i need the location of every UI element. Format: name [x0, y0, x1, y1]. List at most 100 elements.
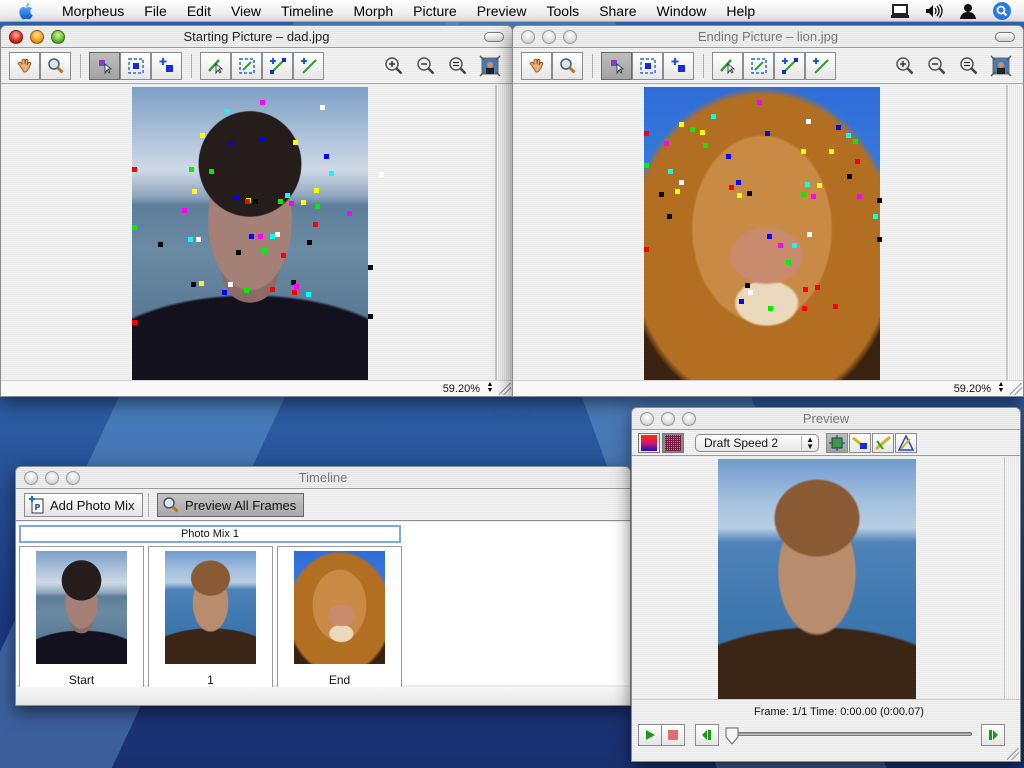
control-point-marker[interactable] — [815, 285, 820, 290]
control-point-marker[interactable] — [836, 125, 841, 130]
control-point-marker[interactable] — [228, 282, 233, 287]
menu-help[interactable]: Help — [716, 0, 765, 22]
menu-share[interactable]: Share — [589, 0, 646, 22]
control-point-marker[interactable] — [801, 192, 806, 197]
add-line-segment-tool-button[interactable] — [805, 52, 836, 80]
control-point-marker[interactable] — [846, 133, 851, 138]
control-point-marker[interactable] — [285, 193, 290, 198]
control-point-marker[interactable] — [659, 192, 664, 197]
add-point-tool-button[interactable] — [151, 52, 182, 80]
ending-photo[interactable] — [644, 87, 882, 383]
minimize-button[interactable] — [542, 30, 556, 44]
zoom-button[interactable] — [66, 471, 80, 485]
control-point-marker[interactable] — [801, 149, 806, 154]
control-point-marker[interactable] — [679, 122, 684, 127]
title-bar[interactable]: Ending Picture – lion.jpg — [513, 26, 1023, 48]
menu-file[interactable]: File — [134, 0, 177, 22]
control-point-marker[interactable] — [189, 167, 194, 172]
menu-view[interactable]: View — [221, 0, 271, 22]
zoom-button[interactable] — [51, 30, 65, 44]
control-point-marker[interactable] — [368, 314, 373, 319]
control-point-marker[interactable] — [807, 232, 812, 237]
control-point-marker[interactable] — [829, 149, 834, 154]
control-point-marker[interactable] — [192, 189, 197, 194]
control-point-marker[interactable] — [236, 250, 241, 255]
zoom-stepper[interactable]: ▲ ▼ — [997, 381, 1005, 395]
control-point-marker[interactable] — [132, 320, 137, 325]
add-line-tool-button[interactable] — [262, 52, 293, 80]
menu-timeline[interactable]: Timeline — [271, 0, 343, 22]
marquee-line-tool-button[interactable] — [231, 52, 262, 80]
control-point-marker[interactable] — [229, 141, 234, 146]
control-point-marker[interactable] — [711, 114, 716, 119]
control-point-marker[interactable] — [737, 193, 742, 198]
title-bar[interactable]: Timeline — [16, 467, 630, 489]
control-point-marker[interactable] — [315, 204, 320, 209]
control-point-marker[interactable] — [757, 100, 762, 105]
control-point-marker[interactable] — [225, 109, 230, 114]
menu-edit[interactable]: Edit — [177, 0, 221, 22]
frame-cell-end[interactable]: End — [277, 546, 402, 690]
magnify-tool-button[interactable] — [552, 52, 583, 80]
control-point-marker[interactable] — [786, 260, 791, 265]
select-line-tool-button[interactable] — [712, 52, 743, 80]
vertical-scrollbar[interactable] — [1004, 457, 1020, 704]
control-point-marker[interactable] — [275, 232, 280, 237]
control-point-marker[interactable] — [222, 290, 227, 295]
picture-canvas[interactable] — [1, 85, 496, 383]
control-point-marker[interactable] — [803, 287, 808, 292]
zoom-stepper[interactable]: ▲ ▼ — [486, 381, 494, 395]
control-point-marker[interactable] — [324, 154, 329, 159]
control-point-marker[interactable] — [877, 237, 882, 242]
control-point-marker[interactable] — [270, 287, 275, 292]
control-point-marker[interactable] — [313, 222, 318, 227]
control-point-marker[interactable] — [244, 288, 249, 293]
control-point-marker[interactable] — [745, 283, 750, 288]
minimize-button[interactable] — [30, 30, 44, 44]
fit-to-window-button[interactable] — [989, 54, 1013, 78]
control-point-marker[interactable] — [833, 304, 838, 309]
control-point-marker[interactable] — [877, 198, 882, 203]
control-point-marker[interactable] — [307, 240, 312, 245]
control-point-marker[interactable] — [765, 131, 770, 136]
select-point-tool-button[interactable] — [89, 52, 120, 80]
control-point-marker[interactable] — [853, 139, 858, 144]
control-point-marker[interactable] — [811, 194, 816, 199]
zoom-in-button[interactable] — [382, 54, 406, 78]
add-photo-mix-button[interactable]: P Add Photo Mix — [24, 493, 143, 517]
marquee-point-tool-button[interactable] — [632, 52, 663, 80]
control-point-marker[interactable] — [675, 189, 680, 194]
magnify-tool-button[interactable] — [40, 52, 71, 80]
control-point-marker[interactable] — [182, 208, 187, 213]
control-point-marker[interactable] — [132, 167, 137, 172]
actual-size-button[interactable] — [446, 54, 470, 78]
control-point-marker[interactable] — [644, 247, 649, 252]
control-point-marker[interactable] — [301, 200, 306, 205]
resize-handle[interactable] — [499, 383, 511, 395]
vertical-scrollbar[interactable] — [1007, 85, 1023, 380]
control-point-marker[interactable] — [292, 290, 297, 295]
control-point-marker[interactable] — [199, 281, 204, 286]
control-point-marker[interactable] — [679, 180, 684, 185]
control-point-marker[interactable] — [729, 185, 734, 190]
control-point-marker[interactable] — [847, 174, 852, 179]
toolbar-toggle-button[interactable] — [995, 32, 1015, 42]
fit-preview-button[interactable] — [826, 433, 848, 453]
display-icon[interactable] — [890, 2, 910, 20]
control-point-marker[interactable] — [234, 195, 239, 200]
zoom-button[interactable] — [563, 30, 577, 44]
control-point-marker[interactable] — [664, 141, 669, 146]
control-point-marker[interactable] — [690, 127, 695, 132]
control-point-marker[interactable] — [253, 199, 258, 204]
menu-picture[interactable]: Picture — [403, 0, 467, 22]
control-point-marker[interactable] — [132, 225, 137, 230]
control-point-marker[interactable] — [281, 253, 286, 258]
control-point-marker[interactable] — [258, 234, 263, 239]
control-point-marker[interactable] — [293, 140, 298, 145]
frame-slider-thumb[interactable] — [725, 727, 739, 745]
minimize-button[interactable] — [45, 471, 59, 485]
control-point-marker[interactable] — [289, 201, 294, 206]
control-point-marker[interactable] — [191, 282, 196, 287]
control-point-marker[interactable] — [320, 105, 325, 110]
select-line-tool-button[interactable] — [200, 52, 231, 80]
